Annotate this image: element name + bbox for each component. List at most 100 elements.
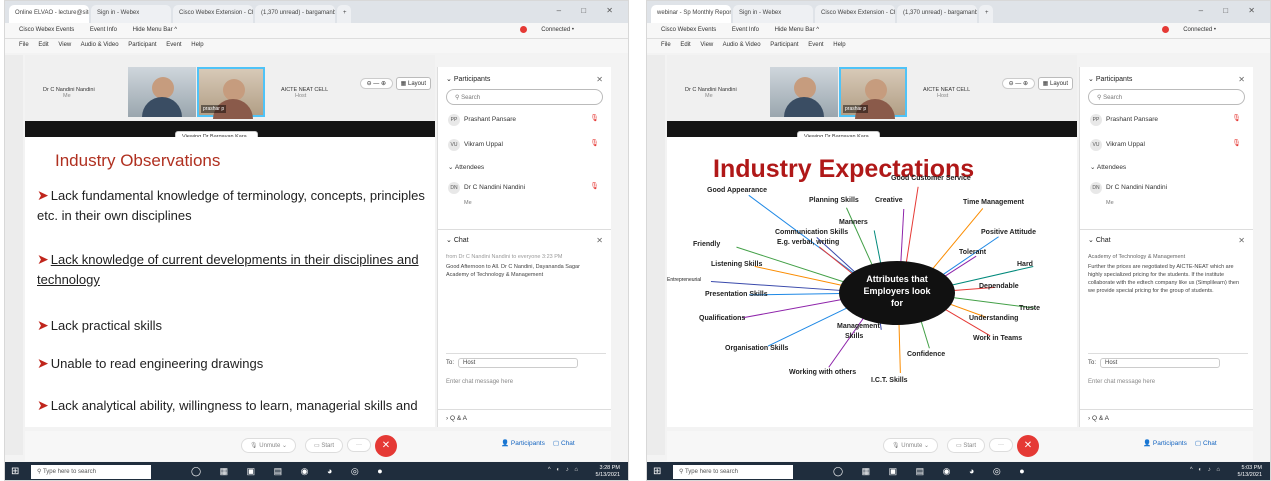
- chat-button[interactable]: ▢ Chat: [553, 439, 575, 447]
- menu-event[interactable]: Event: [166, 42, 181, 48]
- close-icon[interactable]: ✕: [1238, 236, 1245, 245]
- system-tray[interactable]: ^ ◐ ♪ ⌂: [1190, 467, 1222, 473]
- video-tile[interactable]: [128, 67, 196, 117]
- attribute-word: Entrepreneurial: [667, 277, 702, 283]
- event-info-button[interactable]: Event Info: [90, 27, 117, 33]
- attribute-word: Presentation Skills: [705, 291, 768, 298]
- new-tab-button[interactable]: +: [337, 5, 351, 23]
- attendees-header[interactable]: ⌄ Attendees: [438, 157, 611, 175]
- layout-button[interactable]: ▦ Layout: [1037, 77, 1073, 90]
- menu-edit[interactable]: Edit: [38, 42, 48, 48]
- chat-recipient-select[interactable]: Host: [458, 358, 579, 368]
- new-tab-button[interactable]: +: [979, 5, 993, 23]
- windows-taskbar: ⊞ ⚲ Type here to search ◯ ▦ ▣ ▤ ◉ ◕ ◎ ● …: [5, 462, 628, 480]
- system-tray[interactable]: ^ ◐ ♪ ⌂: [548, 467, 580, 473]
- start-video-button[interactable]: ▭ Start: [947, 438, 986, 453]
- participants-header[interactable]: ⌄ Participants ✕: [1080, 67, 1253, 87]
- menu-audio-video[interactable]: Audio & Video: [81, 42, 119, 48]
- attribute-word: Qualifications: [699, 315, 746, 322]
- video-tile[interactable]: [770, 67, 838, 117]
- connection-status[interactable]: Connected •: [1162, 26, 1230, 33]
- hide-menu-bar-button[interactable]: Hide Menu Bar ^: [775, 27, 820, 33]
- close-icon[interactable]: ✕: [596, 75, 603, 84]
- menu-view[interactable]: View: [58, 42, 71, 48]
- browser-tab[interactable]: Online ELVAO - lecture@sitoni: [9, 5, 89, 23]
- menu-audio-video[interactable]: Audio & Video: [723, 42, 761, 48]
- attribute-word: Dependable: [979, 283, 1019, 290]
- windows-start-icon[interactable]: ⊞: [11, 466, 19, 477]
- more-options-button[interactable]: ···: [347, 438, 371, 452]
- attendee-row[interactable]: DN Dr C Nandini Nandini: [1080, 175, 1253, 200]
- browser-tab[interactable]: Sign in - Webex: [91, 5, 171, 23]
- menu-participant[interactable]: Participant: [128, 42, 156, 48]
- chat-header[interactable]: ⌄ Chat ✕: [1080, 229, 1253, 245]
- menu-help[interactable]: Help: [191, 42, 203, 48]
- close-icon[interactable]: ✕: [596, 236, 603, 245]
- attendees-header[interactable]: ⌄ Attendees: [1080, 157, 1253, 175]
- chat-recipient-select[interactable]: Host: [1100, 358, 1221, 368]
- menu-file[interactable]: File: [19, 42, 29, 48]
- menu-edit[interactable]: Edit: [680, 42, 690, 48]
- close-icon[interactable]: ✕: [1238, 75, 1245, 84]
- layout-button[interactable]: ▦ Layout: [395, 77, 431, 90]
- end-meeting-button[interactable]: ✕: [1017, 435, 1039, 457]
- event-info-button[interactable]: Event Info: [732, 27, 759, 33]
- browser-tab[interactable]: (1,370 unread) - bargamanbvi4: [255, 5, 335, 23]
- participant-search-input[interactable]: ⚲ Search: [1088, 89, 1245, 105]
- window-controls[interactable]: – □ ✕: [557, 6, 622, 15]
- attribute-word: Listening Skills: [711, 261, 763, 268]
- menu-participant[interactable]: Participant: [770, 42, 798, 48]
- participant-row[interactable]: PP Prashant Pansare 🎙: [438, 107, 611, 132]
- attribute-word: Planning Skills: [809, 197, 859, 204]
- windows-start-icon[interactable]: ⊞: [653, 466, 661, 477]
- participants-header[interactable]: ⌄ Participants ✕: [438, 67, 611, 87]
- chat-button[interactable]: ▢ Chat: [1195, 439, 1217, 447]
- menu-view[interactable]: View: [700, 42, 713, 48]
- webex-top-bar: Cisco Webex Events Event Info Hide Menu …: [5, 23, 628, 39]
- taskbar-app-icons[interactable]: ◯ ▦ ▣ ▤ ◉ ◕ ◎ ●: [191, 466, 391, 477]
- connection-status[interactable]: Connected •: [520, 26, 588, 33]
- menu-help[interactable]: Help: [833, 42, 845, 48]
- taskbar-clock[interactable]: 5:03 PM 5/13/2021: [1238, 465, 1262, 479]
- participants-button[interactable]: 👤 Participants: [501, 439, 545, 447]
- participants-button[interactable]: 👤 Participants: [1143, 439, 1187, 447]
- menu-event[interactable]: Event: [808, 42, 823, 48]
- chat-input[interactable]: Enter chat message here: [1088, 379, 1248, 385]
- browser-tab[interactable]: Cisco Webex Extension - Chrome: [815, 5, 895, 23]
- taskbar-app-icons[interactable]: ◯ ▦ ▣ ▤ ◉ ◕ ◎ ●: [833, 466, 1033, 477]
- attribute-word: Hard: [1017, 261, 1033, 268]
- slide-bullet: ➤ Unable to read engineering drawings: [37, 355, 264, 371]
- unmute-button[interactable]: 🎙 Unmute ⌄: [883, 438, 939, 453]
- unmute-button[interactable]: 🎙 Unmute ⌄: [241, 438, 297, 453]
- browser-tab[interactable]: (1,370 unread) - bargamanbvi4: [897, 5, 977, 23]
- video-tile-active[interactable]: prashar p: [197, 67, 265, 119]
- taskbar-clock[interactable]: 3:28 PM 5/13/2021: [596, 465, 620, 479]
- menu-file[interactable]: File: [661, 42, 671, 48]
- hide-menu-bar-button[interactable]: Hide Menu Bar ^: [133, 27, 178, 33]
- windows-taskbar: ⊞ ⚲ Type here to search ◯ ▦ ▣ ▤ ◉ ◕ ◎ ● …: [647, 462, 1270, 480]
- zoom-control[interactable]: ⊖ — ⊕: [1001, 78, 1035, 89]
- participant-row[interactable]: VU Vikram Uppal 🎙: [438, 132, 611, 157]
- video-tile-active[interactable]: prashar p: [839, 67, 907, 119]
- browser-tab[interactable]: webinar - Sp Monthly Report: [651, 5, 731, 23]
- participant-search-input[interactable]: ⚲ Search: [446, 89, 603, 105]
- participant-row[interactable]: VU Vikram Uppal 🎙: [1080, 132, 1253, 157]
- window-controls[interactable]: – □ ✕: [1199, 6, 1264, 15]
- zoom-control[interactable]: ⊖ — ⊕: [359, 78, 393, 89]
- participant-row[interactable]: PP Prashant Pansare 🎙: [1080, 107, 1253, 132]
- end-meeting-button[interactable]: ✕: [375, 435, 397, 457]
- start-video-button[interactable]: ▭ Start: [305, 438, 344, 453]
- browser-tab[interactable]: Sign in - Webex: [733, 5, 813, 23]
- chat-input[interactable]: Enter chat message here: [446, 379, 606, 385]
- attendee-row[interactable]: DN Dr C Nandini Nandini 🎙: [438, 175, 611, 200]
- browser-tab[interactable]: Cisco Webex Extension - Chrome: [173, 5, 253, 23]
- taskbar-search-input[interactable]: ⚲ Type here to search: [31, 465, 151, 479]
- attribute-word: E.g. verbal, writing: [777, 239, 840, 246]
- mic-muted-icon: 🎙: [590, 115, 599, 122]
- qa-header[interactable]: › Q & A: [438, 409, 611, 422]
- avatar: PP: [448, 114, 460, 126]
- qa-header[interactable]: › Q & A: [1080, 409, 1253, 422]
- chat-header[interactable]: ⌄ Chat ✕: [438, 229, 611, 245]
- taskbar-search-input[interactable]: ⚲ Type here to search: [673, 465, 793, 479]
- more-options-button[interactable]: ···: [989, 438, 1013, 452]
